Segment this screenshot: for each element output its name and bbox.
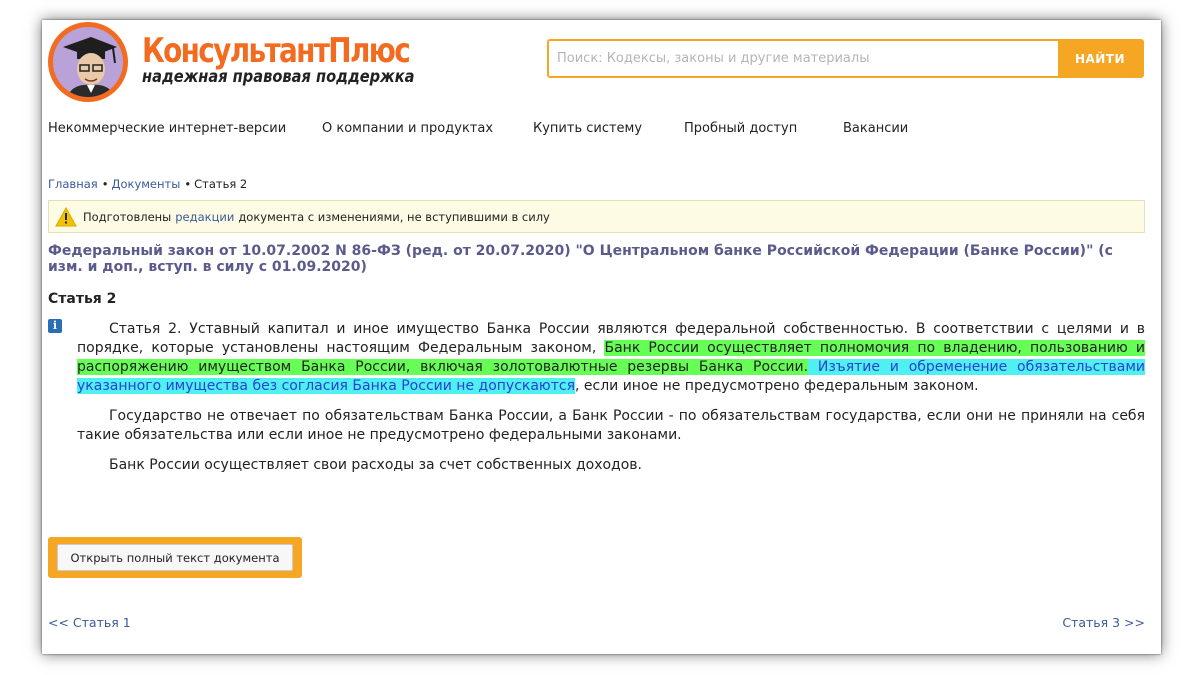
breadcrumb-separator: • [184, 177, 192, 191]
document-title: Федеральный закон от 10.07.2002 N 86-ФЗ … [48, 243, 1113, 275]
nav-item-vacancies[interactable]: Вакансии [843, 121, 908, 136]
article-body: Статья 2. Уставный капитал и иное имущес… [77, 320, 1146, 486]
breadcrumb: Главная • Документы • Статья 2 [48, 177, 247, 191]
mascot-icon [48, 22, 128, 102]
article-paragraph: Статья 2. Уставный капитал и иное имущес… [77, 321, 1146, 394]
article-heading: Статья 2 [48, 291, 117, 307]
nav-item-noncommercial[interactable]: Некоммерческие интернет-версии [48, 121, 286, 136]
info-icon[interactable]: i [48, 319, 62, 333]
nav-item-buy[interactable]: Купить систему [533, 121, 642, 136]
search-button[interactable]: НАЙТИ [1058, 41, 1142, 76]
warning-icon [55, 206, 77, 226]
nav-item-company[interactable]: О компании и продуктах [322, 121, 493, 136]
article-paragraph: Банк России осуществляет свои расходы за… [109, 457, 643, 473]
breadcrumb-current: Статья 2 [194, 177, 248, 191]
brand-wordmark: КонсультантПлюс [142, 31, 411, 71]
open-full-text-highlight: Открыть полный текст документа [48, 537, 302, 578]
brand-tagline: надежная правовая поддержка [142, 67, 415, 87]
notice-suffix: документа с изменениями, не вступившими … [238, 209, 550, 224]
breadcrumb-documents[interactable]: Документы [111, 177, 180, 191]
search-input[interactable] [549, 41, 1058, 76]
breadcrumb-home[interactable]: Главная [48, 177, 98, 191]
editions-link[interactable]: редакции [175, 210, 234, 224]
consultant-logo[interactable]: КонсультантПлюс надежная правовая поддер… [48, 22, 414, 102]
open-full-text-button[interactable]: Открыть полный текст документа [57, 544, 293, 571]
page-frame: КонсультантПлюс надежная правовая поддер… [42, 20, 1161, 654]
edition-notice: Подготовлены редакции документа с измене… [48, 200, 1145, 233]
breadcrumb-separator: • [101, 177, 109, 191]
search-bar: НАЙТИ [547, 39, 1144, 78]
next-article-link[interactable]: Статья 3 >> [1062, 615, 1145, 630]
article-paragraph: Государство не отвечает по обязательства… [77, 408, 1145, 443]
nav-item-trial[interactable]: Пробный доступ [684, 121, 797, 136]
prev-article-link[interactable]: << Статья 1 [48, 615, 131, 630]
notice-prefix: Подготовлены [83, 209, 172, 224]
page-content: КонсультантПлюс надежная правовая поддер… [48, 20, 1146, 654]
